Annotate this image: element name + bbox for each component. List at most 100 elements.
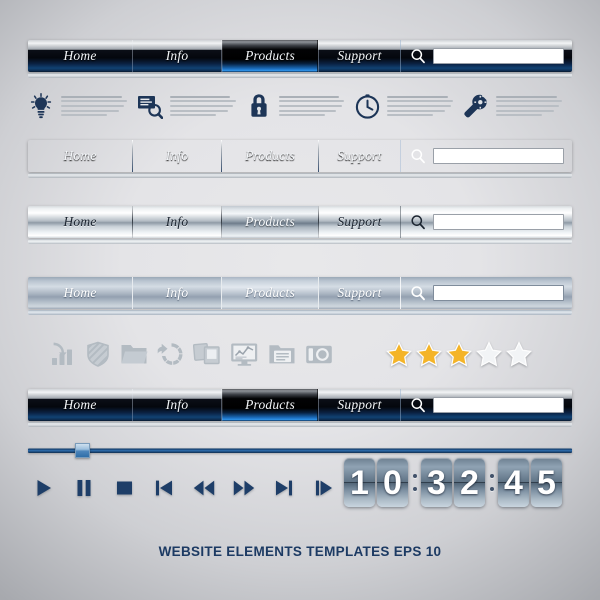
navbar-1-tab-home[interactable]: Home: [28, 40, 132, 72]
grey-icon-and-rating-strip: [28, 332, 572, 376]
search-input[interactable]: [433, 285, 564, 301]
navbar-dark-2[interactable]: Home Info Products Support: [28, 140, 572, 172]
navbar-bluegrey-4[interactable]: Home Info Products Support: [28, 277, 572, 309]
navbar-4-tab-home[interactable]: Home: [28, 277, 132, 309]
navbar-2-underline: [28, 173, 572, 178]
star-rating[interactable]: [386, 341, 572, 367]
navbar-4-tab-support[interactable]: Support: [319, 277, 400, 309]
fast-forward-button[interactable]: [232, 477, 256, 499]
feature-text-placeholder: [54, 95, 137, 117]
star-3-filled[interactable]: [446, 341, 472, 367]
play-button[interactable]: [32, 477, 56, 499]
navbar-2-tab-products[interactable]: Products: [222, 140, 318, 172]
tab-label: Info: [165, 148, 189, 163]
wrench-gear-icon: [463, 91, 489, 121]
navbar-1-tab-info[interactable]: Info: [133, 40, 221, 72]
navbar-3-tab-products[interactable]: Products: [222, 206, 318, 238]
feature-text-placeholder: [272, 95, 355, 117]
navbar-dark-5[interactable]: Home Info Products Support: [28, 389, 572, 421]
navbar-3-tab-home[interactable]: Home: [28, 206, 132, 238]
navbar-4-tab-info[interactable]: Info: [133, 277, 221, 309]
document-search-icon: [137, 91, 163, 121]
search-input[interactable]: [433, 48, 564, 64]
navbar-4-underline: [28, 310, 572, 315]
navbar-5-tab-info[interactable]: Info: [133, 389, 221, 421]
rewind-button[interactable]: [192, 477, 216, 499]
tab-label: Products: [245, 214, 295, 229]
navbar-2-tab-support[interactable]: Support: [319, 140, 400, 172]
media-controls[interactable]: [32, 470, 336, 506]
digit-value: 2: [460, 463, 479, 502]
feature-text-placeholder: [489, 95, 572, 117]
tab-label: Support: [337, 285, 382, 300]
navbar-1-search[interactable]: [400, 40, 572, 72]
feature-item-lock[interactable]: [246, 91, 355, 121]
navbar-4-tab-products[interactable]: Products: [222, 277, 318, 309]
navbar-1-underline: [28, 73, 572, 78]
tab-label: Support: [337, 397, 382, 412]
navbar-3-tab-info[interactable]: Info: [133, 206, 221, 238]
navbar-3-tab-support[interactable]: Support: [319, 206, 400, 238]
monitor-line-chart-icon[interactable]: [230, 341, 259, 367]
navbar-1-tab-products[interactable]: Products: [222, 40, 318, 72]
tab-label: Support: [337, 148, 382, 163]
search-icon[interactable]: [410, 397, 426, 413]
navbar-2-search[interactable]: [400, 140, 572, 172]
navbar-dark-1[interactable]: Home Info Products Support: [28, 40, 572, 72]
search-input[interactable]: [433, 214, 564, 230]
progress-slider[interactable]: [28, 443, 572, 458]
navbar-2-tab-home[interactable]: Home: [28, 140, 132, 172]
search-icon[interactable]: [410, 214, 426, 230]
navbar-5-search[interactable]: [400, 389, 572, 421]
slider-handle[interactable]: [75, 443, 91, 458]
search-icon[interactable]: [410, 48, 426, 64]
navbar-2-tab-info[interactable]: Info: [133, 140, 221, 172]
navbar-5-underline: [28, 422, 572, 427]
step-forward-button[interactable]: [312, 477, 336, 499]
folder-documents-icon[interactable]: [268, 341, 296, 367]
navbar-5-tab-support[interactable]: Support: [319, 389, 400, 421]
camera-icon[interactable]: [305, 341, 333, 367]
star-5-empty[interactable]: [506, 341, 532, 367]
feature-icon-row: [28, 86, 572, 126]
previous-track-button[interactable]: [152, 477, 176, 499]
feature-item-clock[interactable]: [354, 91, 463, 121]
tab-label: Info: [165, 214, 189, 229]
navbar-silver-3[interactable]: Home Info Products Support: [28, 206, 572, 238]
photos-stack-icon[interactable]: [193, 341, 221, 367]
shield-striped-icon[interactable]: [85, 341, 111, 367]
tab-label: Support: [337, 214, 382, 229]
grey-icon-set: [28, 341, 333, 367]
star-2-filled[interactable]: [416, 341, 442, 367]
clock-hours-ones: 0: [377, 458, 408, 507]
slider-track[interactable]: [28, 448, 572, 453]
navbar-4-search[interactable]: [400, 277, 572, 309]
feature-text-placeholder: [380, 95, 463, 117]
feature-item-wrench-gear[interactable]: [463, 91, 572, 121]
feature-item-lightbulb[interactable]: [28, 91, 137, 121]
search-icon[interactable]: [410, 285, 426, 301]
digit-value: 0: [383, 463, 402, 502]
navbar-5-tab-products[interactable]: Products: [222, 389, 318, 421]
navbar-1-tab-support[interactable]: Support: [319, 40, 400, 72]
star-1-filled[interactable]: [386, 341, 412, 367]
tab-label: Products: [245, 48, 295, 63]
pause-button[interactable]: [72, 477, 96, 499]
folder-icon[interactable]: [120, 341, 148, 367]
tab-label: Home: [63, 148, 97, 163]
feature-item-document-search[interactable]: [137, 91, 246, 121]
bar-chart-arrow-icon[interactable]: [50, 341, 76, 367]
star-4-empty[interactable]: [476, 341, 502, 367]
feature-text-placeholder: [163, 95, 246, 117]
search-input[interactable]: [433, 148, 564, 164]
stop-button[interactable]: [112, 477, 136, 499]
search-icon[interactable]: [410, 148, 426, 164]
digit-value: 4: [504, 463, 523, 502]
search-input[interactable]: [433, 397, 564, 413]
tab-label: Support: [337, 48, 382, 63]
clock-minutes-ones: 2: [454, 458, 485, 507]
next-track-button[interactable]: [272, 477, 296, 499]
pie-chart-refresh-icon[interactable]: [157, 341, 184, 367]
navbar-5-tab-home[interactable]: Home: [28, 389, 132, 421]
navbar-3-search[interactable]: [400, 206, 572, 238]
